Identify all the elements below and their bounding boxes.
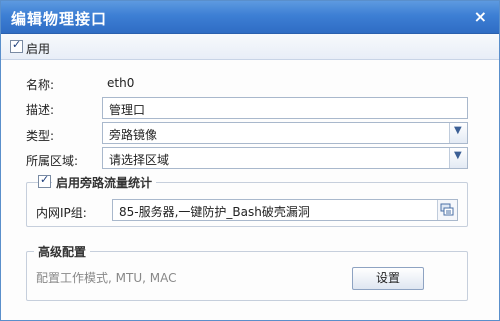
settings-button[interactable]: 设置 (352, 267, 424, 290)
type-select-value: 旁路镜像 (109, 128, 158, 142)
description-input[interactable]: 管理口 (102, 97, 468, 119)
zone-label: 所属区域: (26, 154, 79, 168)
bypass-stats-checkbox[interactable] (38, 173, 51, 188)
type-select[interactable]: 旁路镜像 ▼ (102, 122, 468, 144)
chevron-down-icon: ▼ (454, 125, 462, 136)
enable-bar: 启用 (1, 34, 499, 60)
ip-group-field[interactable]: 85-服务器,一键防护_Bash破壳漏洞 (112, 199, 458, 221)
type-dropdown-button[interactable]: ▼ (449, 123, 467, 143)
bypass-stats-legend: 启用旁路流量统计 (52, 174, 157, 191)
advanced-legend: 高级配置 (34, 243, 91, 260)
edit-physical-interface-dialog: 编辑物理接口 × 启用 名称: eth0 描述: 管理口 类型: 旁路镜像 ▼ … (0, 0, 500, 321)
ip-group-value: 85-服务器,一键防护_Bash破壳漏洞 (119, 205, 310, 219)
title-bar: 编辑物理接口 × (1, 1, 499, 34)
dialog-title: 编辑物理接口 (11, 10, 108, 28)
ip-group-label: 内网IP组: (36, 206, 87, 220)
chevron-down-icon: ▼ (454, 150, 462, 161)
picker-icon (440, 203, 454, 216)
description-input-value: 管理口 (109, 103, 146, 117)
type-label: 类型: (26, 129, 55, 143)
close-icon[interactable]: × (474, 7, 487, 26)
zone-select[interactable]: 请选择区域 ▼ (102, 147, 468, 169)
name-value: eth0 (107, 76, 135, 90)
zone-select-value: 请选择区域 (109, 153, 170, 167)
enable-label: 启用 (26, 42, 51, 56)
name-label: 名称: (26, 78, 55, 92)
advanced-hint: 配置工作模式, MTU, MAC (36, 271, 177, 285)
enable-checkbox[interactable] (10, 38, 23, 53)
description-label: 描述: (26, 103, 55, 117)
ip-group-picker-button[interactable] (437, 200, 457, 220)
zone-dropdown-button[interactable]: ▼ (449, 148, 467, 168)
